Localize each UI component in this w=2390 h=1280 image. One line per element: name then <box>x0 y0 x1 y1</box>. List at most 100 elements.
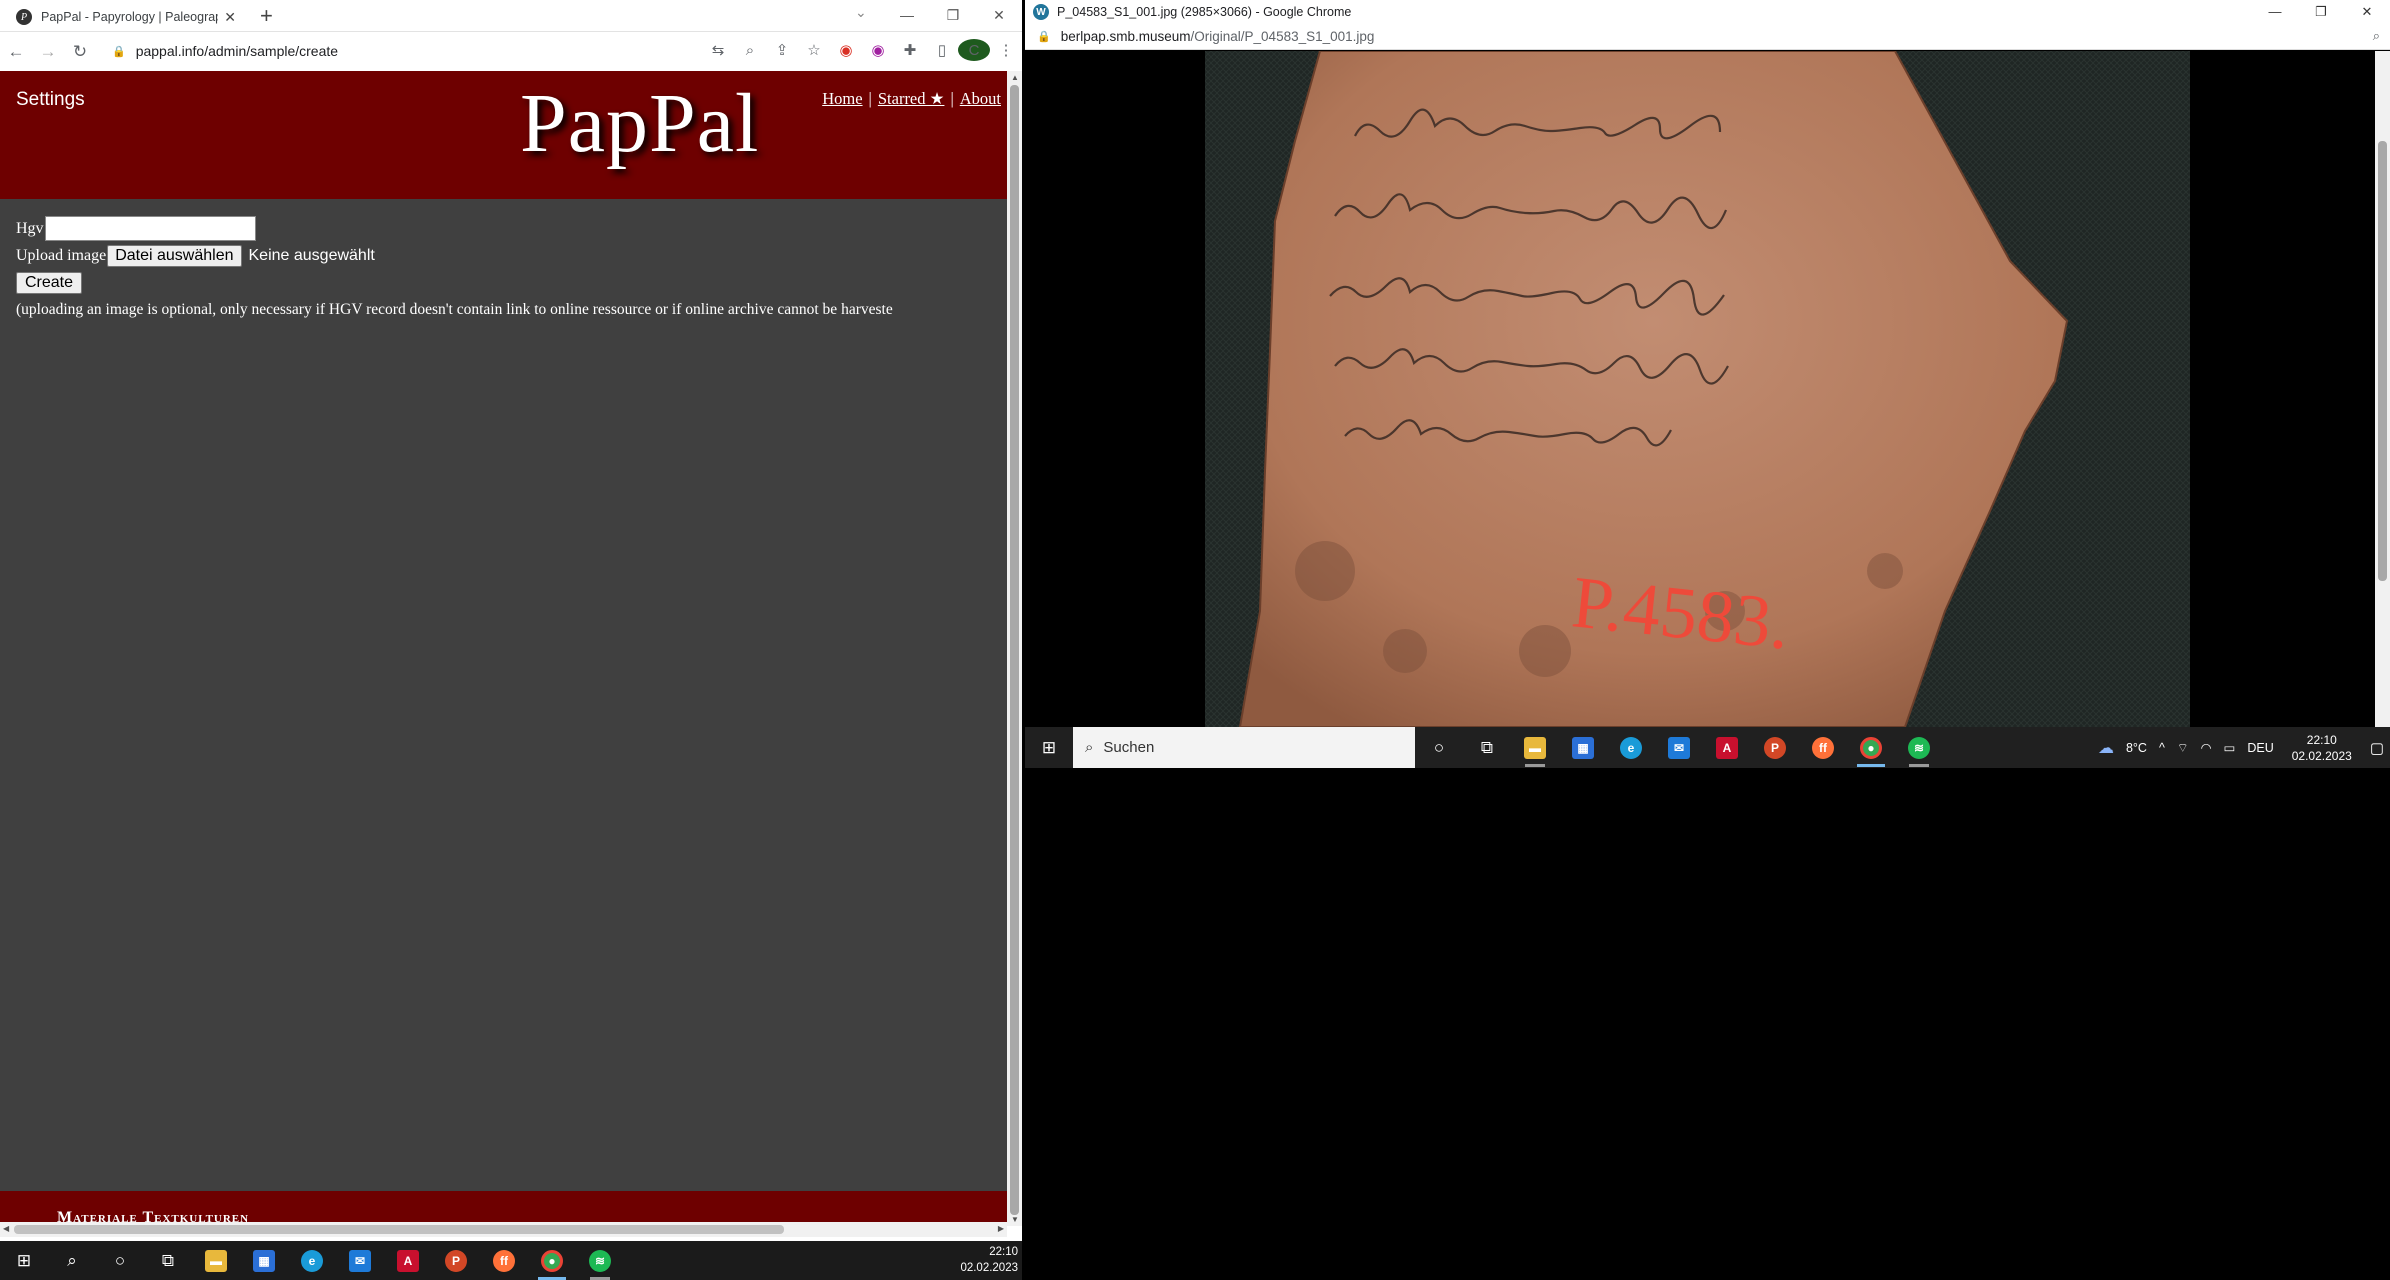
cortana-icon[interactable]: ○ <box>96 1241 144 1280</box>
ostracon-image: P.4583. <box>1205 50 2190 727</box>
chrome-icon[interactable]: ● <box>528 1241 576 1280</box>
file-explorer-icon[interactable]: ▬ <box>192 1241 240 1280</box>
taskbar-clock-left[interactable]: 22:10 02.02.2023 <box>960 1244 1018 1276</box>
vertical-scrollbar[interactable]: ▲ ▼ <box>1007 71 1022 1226</box>
minimize-icon[interactable]: — <box>884 0 930 30</box>
mail-icon[interactable]: ✉ <box>336 1241 384 1280</box>
profile-avatar[interactable]: C <box>958 39 990 63</box>
vertical-scroll-thumb[interactable] <box>1010 85 1019 1215</box>
taskbar-search-placeholder: Suchen <box>1103 739 1155 756</box>
clock-date-right: 02.02.2023 <box>2291 748 2352 763</box>
extension-red-icon[interactable]: ◉ <box>830 39 862 63</box>
firefox-icon[interactable]: ff <box>480 1241 528 1280</box>
tab-search-chevron-icon[interactable]: ⌄ <box>855 4 867 21</box>
tray-chevron-icon[interactable]: ^ <box>2159 741 2165 755</box>
right-firefox-icon[interactable]: ff <box>1799 728 1847 767</box>
right-powerpoint-icon[interactable]: P <box>1751 728 1799 767</box>
right-window-title: P_04583_S1_001.jpg (2985×3066) - Google … <box>1057 5 1352 19</box>
right-edge-icon[interactable]: e <box>1607 728 1655 767</box>
scroll-left-icon[interactable]: ◀ <box>3 1224 9 1233</box>
zoom-icon[interactable]: ⌕ <box>734 39 766 63</box>
extensions-puzzle-icon[interactable]: ✚ <box>894 39 926 63</box>
weather-cloud-icon[interactable]: ☁ <box>2098 738 2114 758</box>
scroll-up-icon[interactable]: ▲ <box>1011 73 1019 82</box>
nav-about-link[interactable]: About <box>960 89 1001 108</box>
right-zoom-icon[interactable]: ⌕ <box>2373 28 2380 44</box>
right-vertical-scroll-thumb[interactable] <box>2378 141 2387 581</box>
choose-file-button[interactable]: Datei auswählen <box>107 244 242 267</box>
tab-pappal[interactable]: P PapPal - Papyrology | Paleograph ✕ <box>6 2 246 32</box>
horizontal-scrollbar[interactable]: ◀ ▶ <box>0 1222 1007 1237</box>
hgv-label: Hgv <box>16 219 44 237</box>
right-lock-icon: 🔒 <box>1037 31 1051 43</box>
hgv-input[interactable] <box>44 216 256 241</box>
taskbar-search-box[interactable]: ⌕ Suchen <box>1073 727 1415 768</box>
translate-icon[interactable]: ⇆ <box>702 39 734 63</box>
restore-icon[interactable]: ❐ <box>930 0 976 30</box>
right-minimize-icon[interactable]: — <box>2252 0 2298 24</box>
search-icon[interactable]: ⌕ <box>48 1241 96 1280</box>
address-bar[interactable]: 🔒 pappal.info/admin/sample/create <box>112 36 692 66</box>
right-chrome-icon[interactable]: ● <box>1847 728 1895 767</box>
site-footer: Materiale Textkulturen <box>0 1191 1007 1226</box>
right-file-explorer-icon[interactable]: ▬ <box>1511 728 1559 767</box>
site-header: Settings PapPal Home | Starred ★ | About <box>0 71 1007 199</box>
right-mail-icon[interactable]: ✉ <box>1655 728 1703 767</box>
extension-purple-icon[interactable]: ◉ <box>862 39 894 63</box>
create-sample-form: Hgv Upload image Datei auswählen Keine a… <box>16 215 893 319</box>
forward-icon[interactable]: → <box>32 42 64 62</box>
toolbar-icons: ⇆ ⌕ ⇪ ☆ ◉ ◉ ✚ ▯ C ⋮ <box>702 39 1022 63</box>
side-panel-icon[interactable]: ▯ <box>926 39 958 63</box>
taskbar-search-icon: ⌕ <box>1085 739 1094 756</box>
reload-icon[interactable]: ↻ <box>64 42 96 62</box>
settings-link[interactable]: Settings <box>16 89 85 111</box>
spotify-icon[interactable]: ≋ <box>576 1241 624 1280</box>
right-cortana-icon[interactable]: ○ <box>1415 728 1463 767</box>
menu-kebab-icon[interactable]: ⋮ <box>990 39 1022 63</box>
powerpoint-icon[interactable]: P <box>432 1241 480 1280</box>
file-status: Keine ausgewählt <box>248 246 375 264</box>
close-window-icon[interactable]: ✕ <box>976 0 1022 30</box>
tab-close-icon[interactable]: ✕ <box>224 9 236 26</box>
new-tab-icon[interactable]: + <box>260 3 273 29</box>
site-logo: PapPal <box>520 77 760 170</box>
taskbar-clock-right[interactable]: 22:10 02.02.2023 <box>2292 732 2352 764</box>
image-viewer[interactable]: P.4583. <box>1025 50 2375 727</box>
battery-icon[interactable]: ▭ <box>2224 740 2236 755</box>
notification-icon[interactable]: ▢ <box>2370 739 2384 757</box>
system-tray: ☁ 8°C ^ ⌔ ◠ ▭ DEU 22:10 02.02.2023 ▢ <box>2092 727 2390 768</box>
nav-home-link[interactable]: Home <box>822 89 862 108</box>
wifi-icon[interactable]: ◠ <box>2201 740 2212 755</box>
network-icon[interactable]: ⌔ <box>2177 740 2189 756</box>
scroll-down-icon[interactable]: ▼ <box>1011 1215 1019 1224</box>
clock-time-left: 22:10 <box>989 1246 1018 1258</box>
top-nav: Home | Starred ★ | About <box>822 89 1001 108</box>
share-icon[interactable]: ⇪ <box>766 39 798 63</box>
horizontal-scroll-thumb[interactable] <box>14 1225 784 1234</box>
acrobat-icon[interactable]: A <box>384 1241 432 1280</box>
right-store-icon[interactable]: ▦ <box>1559 728 1607 767</box>
weather-temperature[interactable]: 8°C <box>2126 741 2147 755</box>
right-restore-icon[interactable]: ❐ <box>2298 0 2344 24</box>
right-task-view-icon[interactable]: ⧉ <box>1463 728 1511 767</box>
task-view-icon[interactable]: ⧉ <box>144 1241 192 1280</box>
nav-starred-link[interactable]: Starred ★ <box>878 89 945 108</box>
right-address-bar[interactable]: 🔒 berlpap.smb.museum/Original/P_04583_S1… <box>1025 24 2390 50</box>
scroll-right-icon[interactable]: ▶ <box>998 1224 1004 1233</box>
right-windows-start-icon[interactable]: ⊞ <box>1025 728 1073 767</box>
windows-start-icon[interactable]: ⊞ <box>0 1241 48 1280</box>
right-close-icon[interactable]: ✕ <box>2344 0 2390 24</box>
bookmark-star-icon[interactable]: ☆ <box>798 39 830 63</box>
left-browser-window: P PapPal - Papyrology | Paleograph ✕ + ⌄… <box>0 0 1022 1241</box>
language-indicator[interactable]: DEU <box>2247 741 2273 755</box>
create-button[interactable]: Create <box>16 271 83 294</box>
right-vertical-scrollbar[interactable] <box>2375 51 2390 727</box>
store-icon[interactable]: ▦ <box>240 1241 288 1280</box>
edge-icon[interactable]: e <box>288 1241 336 1280</box>
right-title-bar: W P_04583_S1_001.jpg (2985×3066) - Googl… <box>1025 0 2390 24</box>
right-acrobat-icon[interactable]: A <box>1703 728 1751 767</box>
right-window-controls: — ❐ ✕ <box>2252 0 2390 24</box>
tab-strip: P PapPal - Papyrology | Paleograph ✕ + ⌄… <box>0 0 1022 32</box>
right-spotify-icon[interactable]: ≋ <box>1895 728 1943 767</box>
back-icon[interactable]: ← <box>0 42 32 62</box>
